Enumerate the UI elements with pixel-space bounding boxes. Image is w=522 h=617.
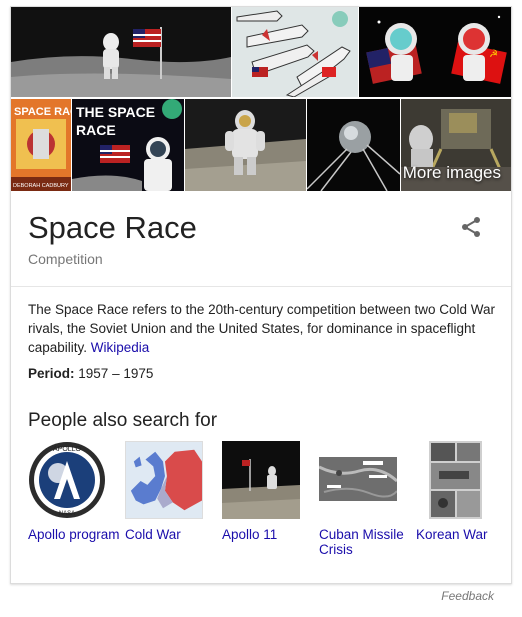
svg-text:APOLLO: APOLLO xyxy=(53,446,82,453)
image-poster[interactable]: THE SPACE RACE xyxy=(72,99,184,191)
result-label-apollo-11[interactable]: Apollo 11 xyxy=(222,527,314,542)
space-race-poster-icon: THE SPACE RACE xyxy=(72,99,184,191)
astronaut-moon-photo-icon xyxy=(185,99,306,191)
europe-map-image xyxy=(125,441,203,519)
moonwalk-flag-photo-icon xyxy=(11,7,231,97)
war-photo-image xyxy=(429,441,482,519)
moon-landing-image xyxy=(222,441,300,519)
divider xyxy=(11,286,511,287)
result-label-apollo-program[interactable]: Apollo program xyxy=(28,527,120,542)
period-value: 1957 – 1975 xyxy=(78,366,154,381)
war-photo-icon xyxy=(429,441,482,519)
moon-landing-icon xyxy=(222,441,300,519)
wikipedia-link[interactable]: Wikipedia xyxy=(91,340,150,355)
image-rockets-cartoon[interactable] xyxy=(232,7,358,97)
europe-map-icon xyxy=(126,442,202,518)
period-fact: Period: 1957 – 1975 xyxy=(28,366,153,381)
rockets-cartoon-icon xyxy=(232,7,358,97)
description: The Space Race refers to the 20th-centur… xyxy=(28,300,498,357)
apollo-patch-image: APOLLO NASA xyxy=(28,441,106,519)
apollo-patch-icon: APOLLO NASA xyxy=(29,442,105,518)
share-button[interactable] xyxy=(459,215,483,239)
people-also-search-heading: People also search for xyxy=(28,410,218,431)
image-more-images[interactable]: More images xyxy=(401,99,511,191)
image-cartoon-astronauts[interactable]: ☭ xyxy=(359,7,511,97)
missile-site-image xyxy=(319,457,397,501)
share-icon xyxy=(462,217,480,237)
page-title: Space Race xyxy=(28,210,197,245)
cartoon-astronauts-icon: ☭ xyxy=(359,7,511,97)
missile-site-icon xyxy=(319,457,397,501)
space-race-book-cover-icon: SPACE RACE DEBORAH CADBURY xyxy=(11,99,71,191)
image-moonwalk-flag[interactable] xyxy=(11,7,231,97)
svg-text:☭: ☭ xyxy=(489,49,498,60)
image-astronaut-moon[interactable] xyxy=(185,99,306,191)
more-images-label: More images xyxy=(402,163,501,182)
svg-text:RACE: RACE xyxy=(76,122,116,138)
knowledge-panel: ☭ SPACE RACE DEBORAH CADBURY THE SPACE R… xyxy=(10,6,512,584)
svg-text:NASA: NASA xyxy=(59,511,75,517)
sputnik-photo-icon xyxy=(307,99,400,191)
feedback-link[interactable]: Feedback xyxy=(441,589,494,603)
entity-type: Competition xyxy=(28,251,103,267)
svg-text:THE SPACE: THE SPACE xyxy=(76,104,155,120)
period-label: Period: xyxy=(28,366,75,381)
svg-text:SPACE RACE: SPACE RACE xyxy=(14,106,71,118)
result-label-korean-war[interactable]: Korean War xyxy=(416,527,508,542)
svg-text:DEBORAH CADBURY: DEBORAH CADBURY xyxy=(13,183,69,189)
result-label-cuban-missile-crisis[interactable]: Cuban Missile Crisis xyxy=(319,527,411,557)
image-book-cover[interactable]: SPACE RACE DEBORAH CADBURY xyxy=(11,99,71,191)
image-sputnik[interactable] xyxy=(307,99,400,191)
result-label-cold-war[interactable]: Cold War xyxy=(125,527,217,542)
